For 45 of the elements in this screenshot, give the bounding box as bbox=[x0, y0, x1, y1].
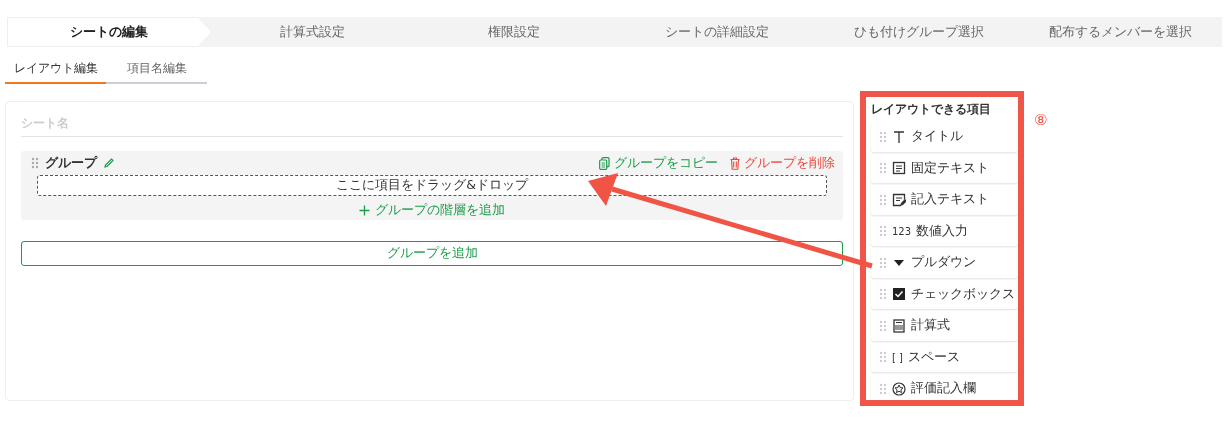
palette-item[interactable]: 123 数値入力 bbox=[871, 216, 1018, 246]
step-tab[interactable]: 計算式設定 bbox=[211, 17, 414, 47]
step-tab[interactable]: シートの編集 bbox=[7, 17, 212, 47]
palette-title: レイアウトできる項目 bbox=[871, 101, 992, 118]
item-icon-text: [ ] bbox=[892, 351, 903, 363]
group-name: グループ bbox=[45, 154, 97, 172]
drag-handle-icon[interactable] bbox=[31, 157, 39, 169]
drag-handle-icon[interactable] bbox=[879, 130, 887, 143]
drag-handle-icon[interactable] bbox=[879, 382, 887, 395]
step-tab[interactable]: 権限設定 bbox=[413, 17, 616, 47]
drag-handle-icon[interactable] bbox=[879, 256, 887, 269]
copy-icon bbox=[599, 156, 610, 170]
palette-item[interactable]: 記入テキスト bbox=[871, 185, 1018, 215]
edit-note-icon bbox=[892, 192, 906, 207]
step-marker: ⑧ bbox=[1034, 111, 1048, 129]
subtab[interactable]: レイアウト編集 bbox=[5, 60, 106, 84]
palette-item[interactable]: [ ] スペース bbox=[871, 342, 1018, 372]
item-icon-text: 123 bbox=[892, 225, 912, 237]
step-tab[interactable]: シートの詳細設定 bbox=[615, 17, 818, 47]
trash-icon bbox=[730, 156, 740, 170]
drop-zone[interactable]: ここに項目をドラッグ&ドロップ bbox=[37, 175, 827, 196]
drag-handle-icon[interactable] bbox=[879, 162, 887, 175]
palette-item[interactable]: 評価記入欄 bbox=[871, 374, 1018, 400]
subtab[interactable]: 項目名編集 bbox=[106, 60, 207, 84]
drag-handle-icon[interactable] bbox=[879, 225, 887, 238]
add-group-button[interactable]: グループを追加 bbox=[21, 241, 843, 266]
pencil-icon[interactable] bbox=[103, 157, 115, 169]
text-lines-icon bbox=[892, 161, 906, 176]
plus-icon bbox=[359, 205, 370, 216]
drag-handle-icon[interactable] bbox=[879, 288, 887, 301]
palette-item[interactable]: タイトル bbox=[871, 122, 1018, 152]
step-tab[interactable]: 配布するメンバーを選択 bbox=[1019, 17, 1223, 47]
step-tab[interactable]: ひも付けグループ選択 bbox=[817, 17, 1020, 47]
calculator-icon bbox=[892, 318, 906, 333]
drag-handle-icon[interactable] bbox=[879, 319, 887, 332]
drag-handle-icon[interactable] bbox=[879, 351, 887, 364]
palette-item[interactable]: 固定テキスト bbox=[871, 153, 1018, 183]
palette-item[interactable]: プルダウン bbox=[871, 248, 1018, 278]
delete-group-button[interactable]: グループを削除 bbox=[730, 154, 835, 172]
palette-item[interactable]: チェックボックス bbox=[871, 279, 1018, 309]
palette-item[interactable]: 計算式 bbox=[871, 311, 1018, 341]
drag-handle-icon[interactable] bbox=[879, 193, 887, 206]
text-t-icon bbox=[892, 129, 906, 144]
checkbox-icon bbox=[892, 287, 906, 302]
star-circle-icon bbox=[892, 381, 906, 396]
